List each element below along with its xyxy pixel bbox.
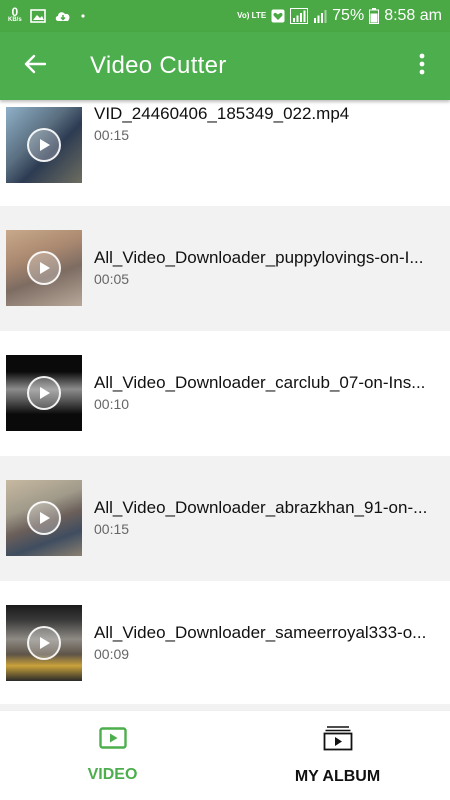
video-filename: All_Video_Downloader_abrazkhan_91-on-... xyxy=(94,498,428,517)
status-bar: 0 KB/s Vo) LTE 75% 8:58 am xyxy=(0,0,450,32)
video-meta: VID_24460406_185349_022.mp4 00:15 xyxy=(94,104,444,143)
play-icon xyxy=(27,251,61,285)
video-duration: 00:15 xyxy=(94,127,130,143)
signal-sim1-icon xyxy=(290,8,309,24)
video-duration: 00:05 xyxy=(94,271,130,287)
app-bar: Video Cutter xyxy=(0,32,450,100)
arrow-left-icon xyxy=(24,54,47,79)
video-list-item[interactable]: All_Video_Downloader_sameerroyal333-o...… xyxy=(0,581,450,706)
volte-icon: Vo) LTE xyxy=(237,11,267,20)
video-meta: All_Video_Downloader_carclub_07-on-Ins..… xyxy=(94,373,444,412)
network-speed-value: 0 xyxy=(11,5,19,19)
cloud-download-icon xyxy=(54,9,72,23)
play-icon xyxy=(27,626,61,660)
video-meta: All_Video_Downloader_abrazkhan_91-on-...… xyxy=(94,498,444,537)
play-icon xyxy=(27,501,61,535)
video-list-item[interactable]: All_Video_Downloader_puppylovings-on-I..… xyxy=(0,206,450,331)
video-meta: All_Video_Downloader_puppylovings-on-I..… xyxy=(94,248,444,287)
video-play-icon xyxy=(98,727,127,754)
video-list-item[interactable]: All_Video_Downloader_abrazkhan_91-on-...… xyxy=(0,456,450,581)
status-right: Vo) LTE 75% 8:58 am xyxy=(237,7,442,25)
network-speed-unit: KB/s xyxy=(8,17,22,23)
video-list-item[interactable]: VID_24460406_185349_022.mp4 00:15 xyxy=(0,100,450,205)
video-filename: VID_24460406_185349_022.mp4 xyxy=(94,104,350,123)
video-thumbnail xyxy=(6,605,82,681)
heart-app-icon xyxy=(271,9,285,23)
video-thumbnail xyxy=(6,480,82,556)
video-thumbnail xyxy=(6,107,82,183)
tab-video-label: VIDEO xyxy=(87,766,138,783)
video-filename: All_Video_Downloader_puppylovings-on-I..… xyxy=(94,248,424,267)
video-library-icon xyxy=(323,725,353,756)
play-icon xyxy=(27,128,61,162)
overflow-menu-button[interactable] xyxy=(394,32,450,100)
tab-my-album-label: MY ALBUM xyxy=(294,768,381,785)
video-duration: 00:09 xyxy=(94,646,130,662)
video-thumbnail xyxy=(6,230,82,306)
video-duration: 00:10 xyxy=(94,396,130,412)
video-filename: All_Video_Downloader_carclub_07-on-Ins..… xyxy=(94,373,426,392)
battery-percent: 75% xyxy=(332,7,365,24)
tab-video[interactable]: VIDEO xyxy=(0,711,225,800)
video-list: VID_24460406_185349_022.mp4 00:15 All_Vi… xyxy=(0,100,450,710)
back-button[interactable] xyxy=(0,32,70,100)
battery-icon xyxy=(369,8,380,24)
dot-icon xyxy=(80,13,86,19)
video-list-item[interactable]: All_Video_Downloader_carclub_07-on-Ins..… xyxy=(0,331,450,456)
video-filename: All_Video_Downloader_sameerroyal333-o... xyxy=(94,623,427,642)
clock: 8:58 am xyxy=(384,7,442,24)
status-left: 0 KB/s xyxy=(8,5,86,24)
more-vertical-icon xyxy=(419,53,425,80)
network-speed: 0 KB/s xyxy=(8,5,22,24)
tab-my-album[interactable]: MY ALBUM xyxy=(225,711,450,800)
page-title: Video Cutter xyxy=(90,52,227,79)
play-icon xyxy=(27,376,61,410)
video-thumbnail xyxy=(6,355,82,431)
signal-sim2-icon xyxy=(313,9,327,23)
bottom-nav: VIDEO MY ALBUM xyxy=(0,710,450,800)
image-icon xyxy=(29,9,46,23)
video-meta: All_Video_Downloader_sameerroyal333-o...… xyxy=(94,623,444,662)
video-duration: 00:15 xyxy=(94,521,130,537)
